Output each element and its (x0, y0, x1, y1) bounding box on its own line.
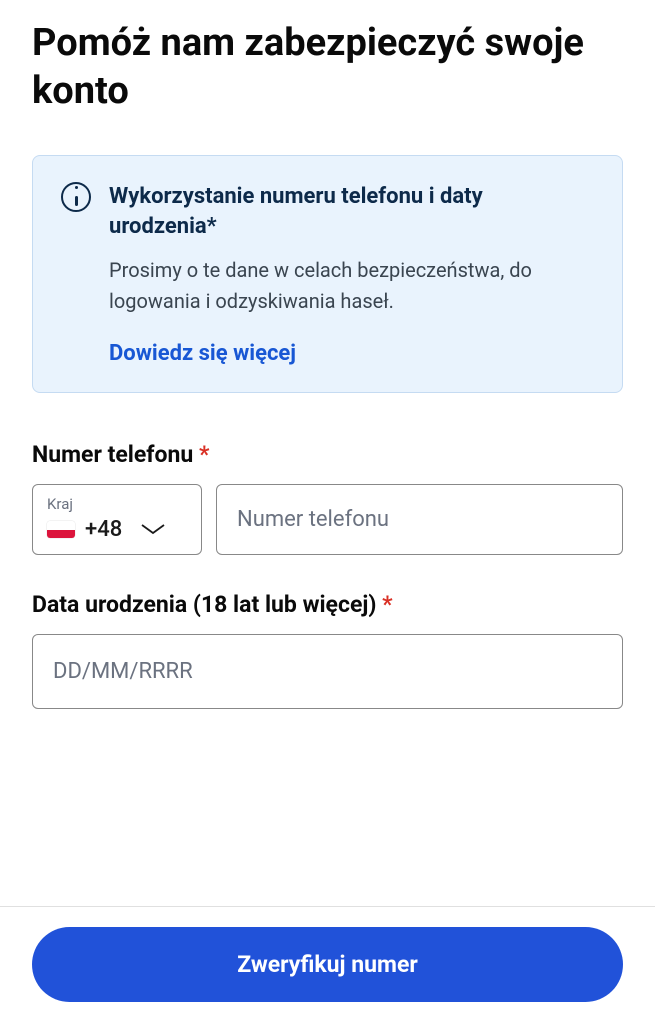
info-title: Wykorzystanie numeru telefonu i daty uro… (109, 182, 594, 241)
phone-label: Numer telefonu * (32, 441, 623, 468)
info-icon (61, 182, 91, 366)
country-label: Kraj (47, 495, 191, 513)
phone-number-input[interactable] (216, 484, 623, 555)
info-description: Prosimy o te dane w celach bezpieczeństw… (109, 255, 594, 317)
dob-label: Data urodzenia (18 lat lub więcej) * (32, 591, 623, 618)
required-indicator: * (199, 441, 209, 468)
chevron-down-icon (140, 520, 166, 539)
poland-flag-icon (47, 521, 75, 538)
info-box: Wykorzystanie numeru telefonu i daty uro… (32, 155, 623, 393)
learn-more-link[interactable]: Dowiedz się więcej (109, 341, 296, 366)
dial-code: +48 (85, 517, 122, 542)
verify-number-button[interactable]: Zweryfikuj numer (32, 927, 623, 1002)
required-indicator: * (382, 591, 392, 618)
country-code-select[interactable]: Kraj +48 (32, 484, 202, 555)
page-title: Pomóż nam zabezpieczyć swoje konto (32, 20, 623, 115)
date-of-birth-input[interactable] (32, 634, 623, 709)
